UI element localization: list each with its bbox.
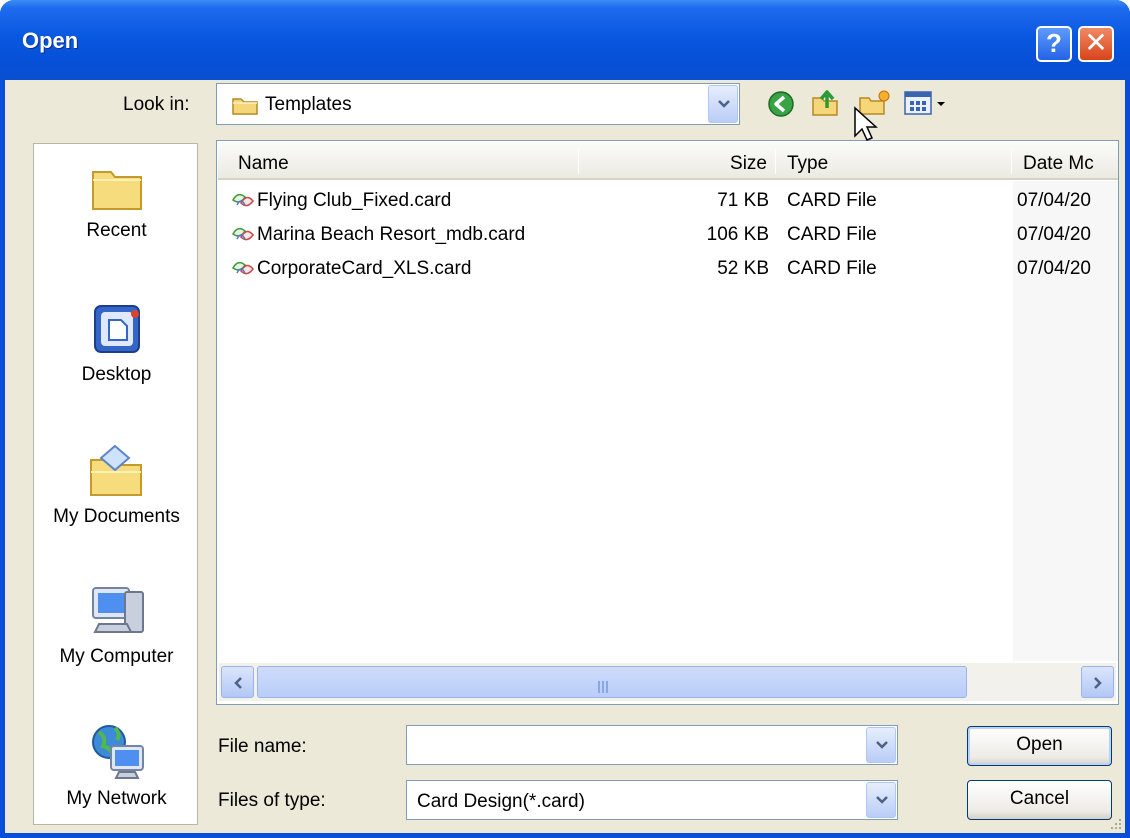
dialog-title: Open (22, 28, 79, 53)
file-name-dropdown-button[interactable] (866, 727, 896, 763)
file-name-input[interactable] (406, 725, 898, 765)
place-my-computer[interactable]: My Computer (34, 582, 199, 668)
horizontal-scrollbar[interactable] (219, 663, 1116, 701)
open-dialog: Open ? ✕ Look in: Templates Recent Deskt… (0, 0, 1130, 838)
file-type-dropdown-button[interactable] (866, 782, 896, 818)
column-header-date[interactable]: Date Mc (1011, 142, 1118, 180)
file-type: CARD File (787, 190, 877, 211)
file-type: CARD File (787, 224, 877, 245)
chevron-down-icon (876, 741, 888, 749)
views-menu-icon[interactable] (903, 90, 951, 116)
place-my-network[interactable]: My Network (34, 722, 199, 810)
place-my-documents[interactable]: My Documents (34, 442, 199, 528)
column-divider[interactable] (1011, 149, 1012, 174)
card-file-icon (232, 261, 254, 275)
chevron-left-icon (234, 677, 242, 689)
help-button[interactable]: ? (1036, 26, 1072, 62)
scroll-grip (598, 677, 614, 693)
file-type-value: Card Design(*.card) (417, 791, 585, 812)
file-name-label: File name: (218, 736, 307, 757)
back-icon[interactable] (767, 90, 795, 118)
cancel-button[interactable]: Cancel (967, 780, 1112, 820)
scroll-left-button[interactable] (221, 666, 254, 698)
file-row[interactable]: Marina Beach Resort_mdb.card 106 KB CARD… (217, 219, 1118, 252)
up-folder-icon[interactable] (809, 86, 841, 118)
chevron-right-icon (1094, 677, 1102, 689)
file-type-label: Files of type: (218, 790, 326, 811)
column-header-label: Name (238, 153, 289, 174)
open-button[interactable]: Open (967, 726, 1112, 766)
column-header-label: Size (730, 153, 767, 174)
folder-icon (232, 98, 258, 115)
place-label: My Computer (59, 646, 174, 667)
place-desktop[interactable]: Desktop (34, 302, 199, 386)
file-size: 106 KB (706, 224, 769, 245)
file-name: CorporateCard_XLS.card (257, 258, 472, 279)
column-header-label: Date Mc (1023, 153, 1094, 174)
card-file-icon (232, 193, 254, 207)
desktop-icon (93, 305, 140, 353)
place-label: Desktop (81, 364, 152, 385)
file-list[interactable]: Name Size Type Date Mc Flying Club_Fixed… (216, 140, 1119, 705)
column-header-size[interactable]: Size (578, 142, 775, 180)
place-label: My Documents (53, 506, 180, 527)
file-size: 71 KB (717, 190, 769, 211)
file-date: 07/04/20 (1017, 258, 1091, 279)
file-name: Marina Beach Resort_mdb.card (257, 224, 526, 245)
close-button[interactable]: ✕ (1078, 26, 1114, 62)
column-header-label: Type (787, 153, 829, 174)
chevron-down-icon (876, 796, 888, 804)
scroll-thumb[interactable] (257, 666, 967, 698)
file-date: 07/04/20 (1017, 224, 1091, 245)
my-documents-icon (89, 444, 142, 496)
file-type-select[interactable]: Card Design(*.card) (406, 780, 898, 820)
column-divider[interactable] (775, 149, 776, 174)
my-network-icon (91, 725, 144, 779)
place-label: My Network (66, 788, 167, 809)
places-bar: Recent Desktop My Documents My Computer … (33, 143, 198, 825)
title-bar[interactable]: Open ? ✕ (0, 0, 1130, 80)
file-name: Flying Club_Fixed.card (257, 190, 452, 211)
column-header-type[interactable]: Type (775, 142, 1011, 180)
chevron-down-icon (718, 100, 730, 108)
look-in-combo[interactable]: Templates (216, 83, 740, 125)
look-in-dropdown-button[interactable] (708, 85, 738, 123)
file-type: CARD File (787, 258, 877, 279)
resize-grip-icon[interactable] (1107, 815, 1123, 831)
card-file-icon (232, 227, 254, 241)
file-row[interactable]: CorporateCard_XLS.card 52 KB CARD File 0… (217, 253, 1118, 286)
my-computer-icon (91, 587, 144, 633)
file-date: 07/04/20 (1017, 190, 1091, 211)
column-divider[interactable] (578, 149, 579, 174)
file-row[interactable]: Flying Club_Fixed.card 71 KB CARD File 0… (217, 185, 1118, 218)
mouse-cursor-icon (854, 106, 878, 141)
place-recent[interactable]: Recent (34, 162, 199, 242)
dialog-body: Look in: Templates Recent Desktop My Doc… (5, 80, 1125, 833)
scroll-right-button[interactable] (1081, 666, 1114, 698)
recent-icon (91, 171, 142, 210)
look-in-label: Look in: (123, 94, 190, 115)
column-header-name[interactable]: Name (218, 142, 578, 180)
look-in-value: Templates (265, 94, 352, 115)
place-label: Recent (86, 220, 147, 241)
file-size: 52 KB (717, 258, 769, 279)
